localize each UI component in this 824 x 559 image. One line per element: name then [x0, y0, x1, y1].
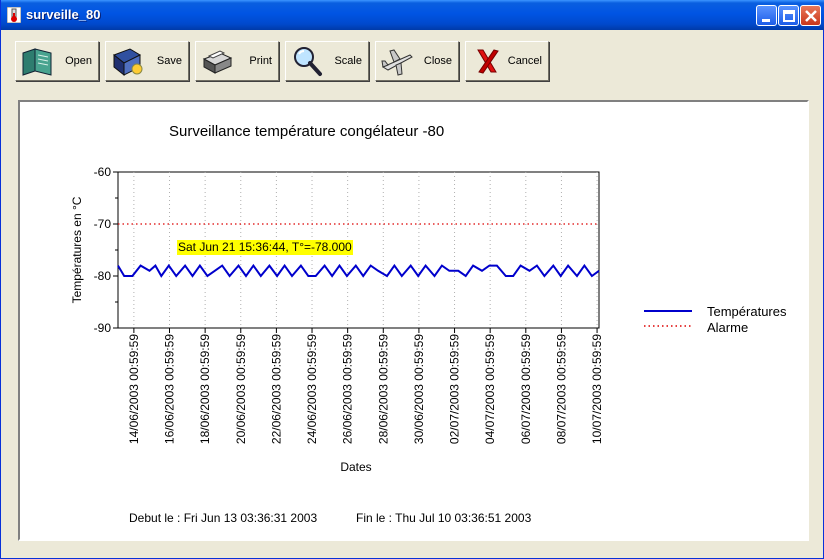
airplane-icon [381, 49, 413, 76]
close-button[interactable]: Close [375, 41, 459, 81]
chart-title: Surveillance température congélateur -80 [169, 123, 445, 140]
close-window-button[interactable] [800, 5, 821, 26]
end-date-text: Fin le : Thu Jul 10 03:36:51 2003 [356, 511, 532, 525]
save-button[interactable]: Save [105, 41, 189, 81]
start-date-text: Debut le : Fri Jun 13 03:36:31 2003 [129, 511, 318, 525]
save-disk-icon [113, 48, 143, 77]
legend-label-alarme: Alarme [707, 320, 749, 335]
thermometer-app-icon [7, 7, 21, 23]
window-title: surveille_80 [26, 7, 101, 22]
cancel-button[interactable]: Cancel [465, 41, 549, 81]
close-label: Close [423, 55, 452, 67]
print-label: Print [249, 55, 272, 67]
open-button[interactable]: Open [15, 41, 99, 81]
printer-icon [202, 50, 233, 74]
close-icon [805, 10, 817, 22]
maximize-button[interactable] [778, 5, 799, 26]
title-bar[interactable]: surveille_80 [1, 0, 824, 30]
open-label: Open [65, 55, 92, 67]
application-window: surveille_80 Open Save Print Scale Close… [0, 0, 824, 559]
red-x-icon [477, 49, 499, 74]
chart-panel [18, 100, 809, 541]
data-point-tooltip: Sat Jun 21 15:36:44, T°=-78.000 [177, 240, 353, 255]
minimize-button[interactable] [756, 5, 777, 26]
open-book-icon [22, 48, 52, 76]
legend-label-temperatures: Températures [707, 304, 787, 319]
scale-label: Scale [334, 55, 362, 67]
minimize-icon [762, 19, 770, 22]
magnifier-icon [294, 47, 322, 76]
cancel-label: Cancel [507, 55, 542, 67]
scale-button[interactable]: Scale [285, 41, 369, 81]
print-button[interactable]: Print [195, 41, 279, 81]
save-label: Save [156, 55, 182, 67]
maximize-icon [783, 10, 795, 22]
